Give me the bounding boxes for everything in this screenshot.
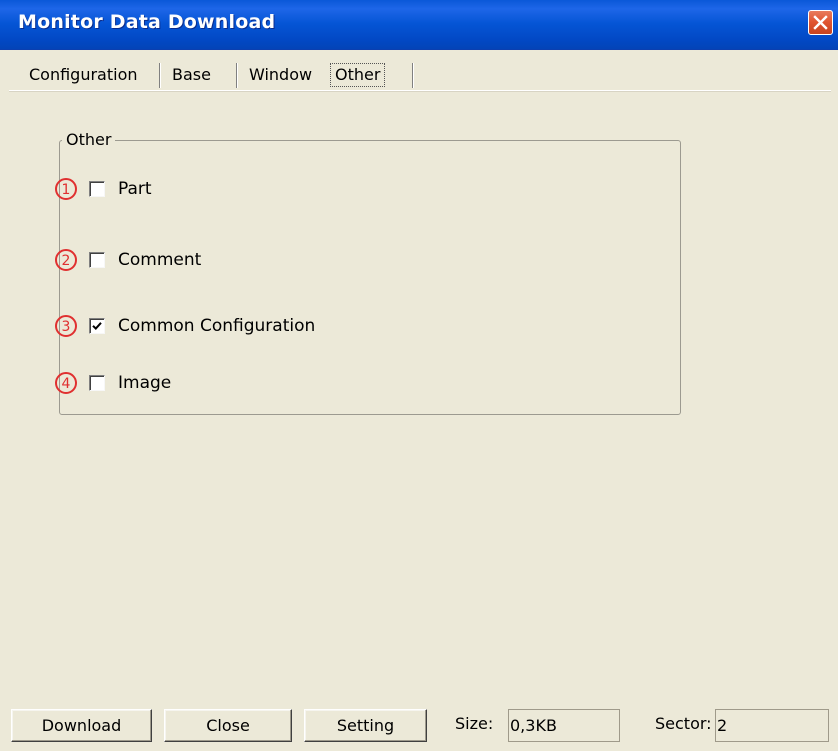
common-configuration-label[interactable]: Common Configuration: [118, 315, 315, 337]
tab-separator: [159, 63, 161, 88]
part-checkbox[interactable]: [89, 181, 105, 197]
title-bar[interactable]: Monitor Data Download: [0, 0, 838, 50]
bottom-action-bar: Download Close Setting Size: 0,3KB Secto…: [0, 701, 838, 751]
svg-text:1: 1: [62, 182, 71, 198]
svg-text:3: 3: [62, 319, 71, 335]
image-label[interactable]: Image: [118, 372, 171, 394]
monitor-data-download-window: Monitor Data Download Configuration Base…: [0, 0, 838, 751]
close-window-button[interactable]: [808, 10, 833, 35]
circled-number-four-icon: 4: [55, 372, 77, 394]
close-x-icon: [813, 15, 828, 30]
window-title: Monitor Data Download: [18, 11, 276, 33]
size-label: Size:: [455, 714, 494, 733]
close-button[interactable]: Close: [164, 709, 292, 742]
sector-label: Sector:: [655, 714, 712, 733]
groupbox-label: Other: [62, 130, 116, 150]
tab-separator: [412, 63, 414, 88]
tab-other[interactable]: Other: [330, 63, 386, 87]
tab-base[interactable]: Base: [172, 61, 211, 88]
svg-text:4: 4: [62, 376, 71, 392]
tab-separator: [236, 63, 238, 88]
comment-label[interactable]: Comment: [118, 249, 201, 271]
size-value: 0,3KB: [508, 709, 620, 742]
checkmark-icon: [92, 322, 102, 331]
image-checkbox[interactable]: [89, 375, 105, 391]
sector-value: 2: [715, 709, 829, 742]
circled-number-two-icon: 2: [55, 249, 77, 271]
circled-number-one-icon: 1: [55, 178, 77, 200]
tab-configuration[interactable]: Configuration: [29, 61, 138, 88]
common-configuration-checkbox[interactable]: [89, 318, 105, 334]
circled-number-three-icon: 3: [55, 315, 77, 337]
tab-panel-border: [9, 90, 831, 92]
setting-button[interactable]: Setting: [304, 709, 427, 742]
svg-text:2: 2: [62, 253, 71, 269]
comment-checkbox[interactable]: [89, 252, 105, 268]
tab-window[interactable]: Window: [249, 61, 312, 88]
download-button[interactable]: Download: [11, 709, 152, 742]
part-label[interactable]: Part: [118, 178, 152, 200]
